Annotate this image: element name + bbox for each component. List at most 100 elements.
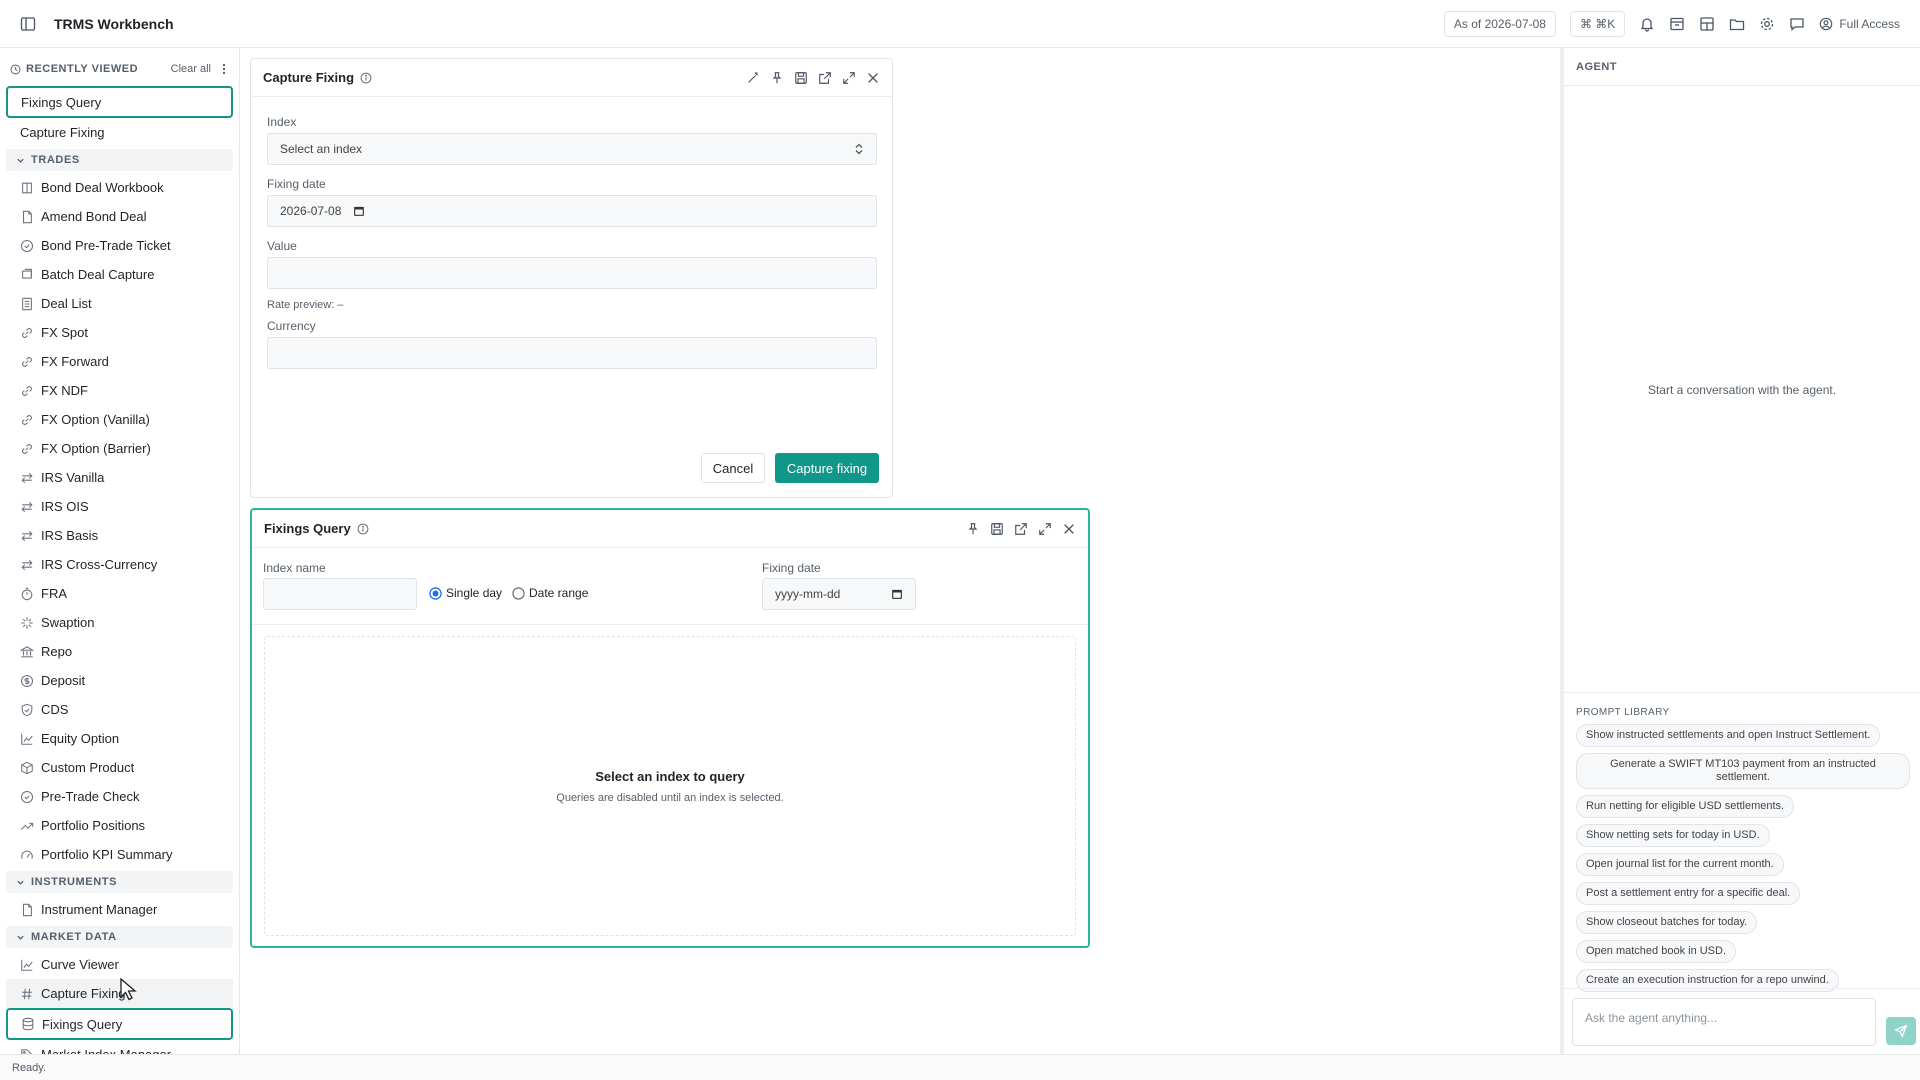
section-header-market-data[interactable]: MARKET DATA [6, 926, 233, 948]
close-icon[interactable] [1062, 522, 1076, 536]
fixing-date-input[interactable]: yyyy-mm-dd [762, 578, 916, 610]
prompt-chip[interactable]: Generate a SWIFT MT103 payment from an i… [1576, 753, 1910, 789]
prompt-chip[interactable]: Show netting sets for today in USD. [1576, 824, 1770, 847]
prompt-chip[interactable]: Show closeout batches for today. [1576, 911, 1758, 934]
sidebar-item-deal-list[interactable]: Deal List [0, 289, 239, 318]
sidebar-item-portfolio-kpi-summary[interactable]: Portfolio KPI Summary [0, 840, 239, 869]
close-icon[interactable] [866, 71, 880, 85]
section-header-trades[interactable]: TRADES [6, 149, 233, 171]
maximize-icon[interactable] [842, 71, 856, 85]
sidebar-item-irs-ois[interactable]: IRS OIS [0, 492, 239, 521]
sidebar-item-batch-deal-capture[interactable]: Batch Deal Capture [0, 260, 239, 289]
sidebar-item-fx-option-barrier[interactable]: FX Option (Barrier) [0, 434, 239, 463]
sidebar-item-cds[interactable]: CDS [0, 695, 239, 724]
sidebar-item-fx-forward[interactable]: FX Forward [0, 347, 239, 376]
folder-icon[interactable] [1729, 16, 1745, 32]
info-icon[interactable] [360, 72, 372, 84]
sidebar-item-irs-basis[interactable]: IRS Basis [0, 521, 239, 550]
sidebar-item-irs-cross-currency[interactable]: IRS Cross-Currency [0, 550, 239, 579]
prompt-chip[interactable]: Run netting for eligible USD settlements… [1576, 795, 1795, 818]
sidebar-item-irs-vanilla[interactable]: IRS Vanilla [0, 463, 239, 492]
maximize-icon[interactable] [1038, 522, 1052, 536]
sidebar-item-fx-spot[interactable]: FX Spot [0, 318, 239, 347]
agent-input[interactable]: Ask the agent anything... [1572, 998, 1876, 1046]
empty-state-title: Select an index to query [595, 768, 745, 784]
index-select[interactable]: Select an index [267, 133, 877, 165]
sidebar-item-bond-deal-workbook[interactable]: Bond Deal Workbook [0, 173, 239, 202]
value-input[interactable] [267, 257, 877, 289]
sidebar-item-fx-ndf[interactable]: FX NDF [0, 376, 239, 405]
cube-icon [21, 761, 33, 774]
prompt-chip[interactable]: Open matched book in USD. [1576, 940, 1737, 963]
agent-empty-message: Start a conversation with the agent. [1647, 383, 1837, 397]
doc-icon [22, 210, 32, 223]
link-icon [22, 385, 32, 396]
sidebar-item-fx-option-vanilla[interactable]: FX Option (Vanilla) [0, 405, 239, 434]
empty-state-subtitle: Queries are disabled until an index is s… [556, 791, 784, 804]
magic-wand-icon[interactable] [746, 71, 760, 85]
gear-icon[interactable] [1759, 16, 1775, 32]
date-range-radio[interactable]: Date range [512, 586, 588, 600]
swap-icon [21, 530, 33, 541]
clear-all-button[interactable]: Clear all [171, 63, 211, 75]
panel-header: Capture Fixing [251, 59, 892, 97]
recent-item-capture-fixing[interactable]: Capture Fixing [0, 118, 239, 147]
sidebar-item-bond-pre-trade-ticket[interactable]: Bond Pre-Trade Ticket [0, 231, 239, 260]
more-vertical-icon[interactable] [219, 63, 229, 75]
recent-item-fixings-query[interactable]: Fixings Query [6, 86, 233, 118]
timer-icon [21, 587, 33, 600]
fixing-date-label: Fixing date [762, 561, 821, 575]
sidebar-item-repo[interactable]: Repo [0, 637, 239, 666]
sidebar-item-deposit[interactable]: Deposit [0, 666, 239, 695]
currency-input[interactable] [267, 337, 877, 369]
sidebar-item-equity-option[interactable]: Equity Option [0, 724, 239, 753]
layout-icon[interactable] [1699, 16, 1715, 32]
sidebar-toggle-icon[interactable] [20, 16, 36, 32]
prompt-chip[interactable]: Open journal list for the current month. [1576, 853, 1784, 876]
cancel-button[interactable]: Cancel [701, 453, 765, 483]
sidebar-item-market-index-manager[interactable]: Market Index Manager [0, 1040, 239, 1054]
sidebar-item-portfolio-positions[interactable]: Portfolio Positions [0, 811, 239, 840]
status-bar: Ready. [0, 1054, 1920, 1080]
sidebar-item-pre-trade-check[interactable]: Pre-Trade Check [0, 782, 239, 811]
archive-icon[interactable] [1669, 16, 1685, 32]
command-palette-button[interactable]: ⌘ ⌘K [1569, 11, 1626, 37]
pin-icon[interactable] [966, 522, 980, 536]
bell-icon[interactable] [1639, 16, 1655, 32]
prompt-chip[interactable]: Show instructed settlements and open Ins… [1576, 724, 1881, 747]
sidebar: RECENTLY VIEWED Clear all Fixings Query … [0, 48, 240, 1054]
sidebar-item-amend-bond-deal[interactable]: Amend Bond Deal [0, 202, 239, 231]
save-icon[interactable] [990, 522, 1004, 536]
panel-title: Fixings Query [264, 521, 351, 536]
index-name-input[interactable] [263, 578, 417, 610]
sidebar-item-fra[interactable]: FRA [0, 579, 239, 608]
capture-fixing-panel: Capture Fixing Index Select an index Fix… [250, 58, 893, 498]
sidebar-item-swaption[interactable]: Swaption [0, 608, 239, 637]
prompt-chip[interactable]: Post a settlement entry for a specific d… [1576, 882, 1801, 905]
external-link-icon[interactable] [1014, 522, 1028, 536]
send-button[interactable] [1886, 1017, 1916, 1045]
section-header-instruments[interactable]: INSTRUMENTS [6, 871, 233, 893]
fixing-date-input[interactable]: 2026-07-08 [267, 195, 877, 227]
info-icon[interactable] [357, 523, 369, 535]
pin-icon[interactable] [770, 71, 784, 85]
currency-label: Currency [267, 319, 316, 333]
sidebar-item-instrument-manager[interactable]: Instrument Manager [0, 895, 239, 924]
access-level[interactable]: Full Access [1819, 17, 1900, 31]
db-icon [22, 1017, 34, 1031]
sidebar-item-custom-product[interactable]: Custom Product [0, 753, 239, 782]
chevron-down-icon [17, 158, 24, 163]
link-icon [22, 356, 32, 367]
save-icon[interactable] [794, 71, 808, 85]
sidebar-item-curve-viewer[interactable]: Curve Viewer [0, 950, 239, 979]
external-link-icon[interactable] [818, 71, 832, 85]
single-day-radio[interactable]: Single day [429, 586, 502, 600]
empty-state: Select an index to query Queries are dis… [264, 636, 1076, 936]
user-circle-icon [1820, 17, 1833, 31]
as-of-date-badge[interactable]: As of 2026-07-08 [1443, 11, 1556, 37]
sidebar-item-fixings-query[interactable]: Fixings Query [6, 1008, 233, 1040]
panel-title: Capture Fixing [263, 70, 355, 85]
link-icon [22, 414, 32, 425]
chat-icon[interactable] [1789, 16, 1805, 32]
capture-fixing-button[interactable]: Capture fixing [775, 453, 879, 483]
